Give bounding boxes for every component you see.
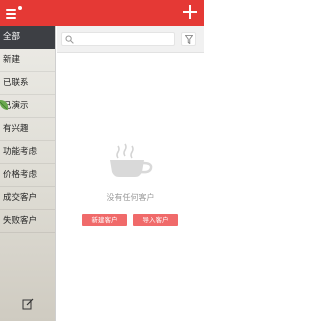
coffee-cup-icon xyxy=(110,143,153,177)
sidebar-item-price-consideration[interactable]: 价格考虑 xyxy=(0,164,55,187)
notification-dot xyxy=(18,6,22,10)
sidebar: 全部 新建 已联系 已演示 有兴趣 功能考虑 价格考虑 成交客户 失败客户 xyxy=(0,26,56,321)
filter-button[interactable] xyxy=(181,32,196,46)
search-icon xyxy=(65,35,74,44)
search-bar xyxy=(57,26,204,53)
top-bar xyxy=(0,0,204,26)
sidebar-item-feature-consideration[interactable]: 功能考虑 xyxy=(0,141,55,164)
import-customer-button[interactable]: 导入客户 xyxy=(133,214,178,226)
sidebar-item-lost-customers[interactable]: 失败客户 xyxy=(0,210,55,233)
filter-icon xyxy=(185,35,193,44)
hamburger-menu-icon[interactable] xyxy=(4,6,22,20)
plus-icon[interactable] xyxy=(182,4,198,20)
leaf-decoration-icon xyxy=(0,100,9,110)
main-panel: 没有任何客户 新建客户 导入客户 xyxy=(57,26,204,321)
search-input[interactable] xyxy=(61,32,175,46)
sidebar-item-all[interactable]: 全部 xyxy=(0,26,55,49)
new-customer-button[interactable]: 新建客户 xyxy=(82,214,127,226)
empty-state-message: 没有任何客户 xyxy=(106,193,155,202)
sidebar-item-closed-deals[interactable]: 成交客户 xyxy=(0,187,55,210)
sidebar-item-new[interactable]: 新建 xyxy=(0,49,55,72)
sidebar-item-contacted[interactable]: 已联系 xyxy=(0,72,55,95)
sidebar-item-interested[interactable]: 有兴趣 xyxy=(0,118,55,141)
edit-icon[interactable] xyxy=(22,298,34,310)
